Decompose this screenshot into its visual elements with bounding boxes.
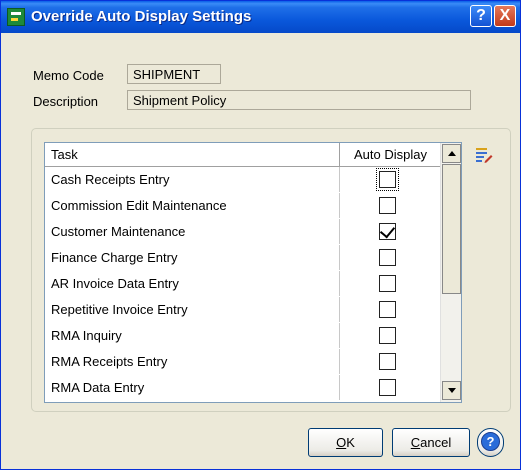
title-bar[interactable]: Override Auto Display Settings ? X [1,1,520,33]
table-row[interactable]: Repetitive Invoice Entry [45,297,440,322]
grid-header: Task Auto Display [45,143,440,167]
description-field: Shipment Policy [127,90,471,110]
auto-display-checkbox[interactable] [379,327,396,344]
app-icon [7,8,25,26]
help-icon: ? [481,432,500,451]
auto-display-checkbox[interactable] [379,197,396,214]
cancel-mnemonic: C [410,435,421,450]
task-cell: Customer Maintenance [45,219,340,244]
cancel-button[interactable]: Cancel [392,428,470,457]
auto-display-checkbox[interactable] [376,168,399,191]
auto-display-cell [341,167,440,192]
auto-display-checkbox[interactable] [379,249,396,266]
task-cell: AR Invoice Data Entry [45,271,340,296]
memo-code-label: Memo Code [33,68,104,83]
task-cell: Commission Edit Maintenance [45,193,340,218]
table-row[interactable]: Finance Charge Entry [45,245,440,270]
table-row[interactable]: Commission Edit Maintenance [45,193,440,218]
task-cell: RMA Inquiry [45,323,340,348]
auto-display-cell [341,323,440,348]
auto-display-cell [341,297,440,322]
task-cell: RMA Receipts Entry [45,349,340,374]
auto-display-cell [341,193,440,218]
task-cell: Repetitive Invoice Entry [45,297,340,322]
task-cell: Cash Receipts Entry [45,167,340,192]
dialog-window: Override Auto Display Settings ? X Memo … [0,0,521,470]
titlebar-help-button[interactable]: ? [470,5,492,27]
task-cell: Finance Charge Entry [45,245,340,270]
auto-display-checkbox[interactable] [379,353,396,370]
auto-display-cell [341,219,440,244]
auto-display-checkbox[interactable] [379,379,396,396]
auto-display-checkbox[interactable] [379,301,396,318]
table-row[interactable]: RMA Receipts Entry [45,349,440,374]
arrow-up-icon [448,151,456,156]
table-row[interactable]: RMA Data Entry [45,375,440,400]
checkmark-icon [379,222,396,239]
titlebar-close-button[interactable]: X [494,5,516,27]
ok-label-rest: K [346,435,355,450]
description-label: Description [33,94,99,109]
auto-display-cell [341,271,440,296]
table-row[interactable]: Cash Receipts Entry [45,167,440,192]
column-header-auto-display[interactable]: Auto Display [341,143,440,166]
ok-button[interactable]: OK [308,428,383,457]
auto-display-checkbox[interactable] [379,222,396,240]
window-title: Override Auto Display Settings [31,8,252,25]
memo-code-field: SHIPMENT [127,64,221,84]
auto-display-cell [341,349,440,374]
edit-list-icon[interactable] [475,146,493,164]
table-row[interactable]: AR Invoice Data Entry [45,271,440,296]
scroll-thumb[interactable] [442,164,461,294]
scroll-down-button[interactable] [442,381,461,400]
task-cell: RMA Data Entry [45,375,340,400]
auto-display-cell [341,245,440,270]
auto-display-cell [341,375,440,400]
auto-display-checkbox[interactable] [379,275,396,292]
scroll-up-button[interactable] [442,144,461,163]
help-button[interactable]: ? [477,428,504,457]
column-header-task[interactable]: Task [45,143,340,166]
table-row[interactable]: Customer Maintenance [45,219,440,244]
arrow-down-icon [448,388,456,393]
vertical-scrollbar[interactable] [440,143,461,402]
cancel-label-rest: ancel [420,435,452,450]
ok-mnemonic: O [336,435,347,450]
table-row[interactable]: RMA Inquiry [45,323,440,348]
task-grid[interactable]: Task Auto Display Cash Receipts Entry Com… [44,142,462,403]
